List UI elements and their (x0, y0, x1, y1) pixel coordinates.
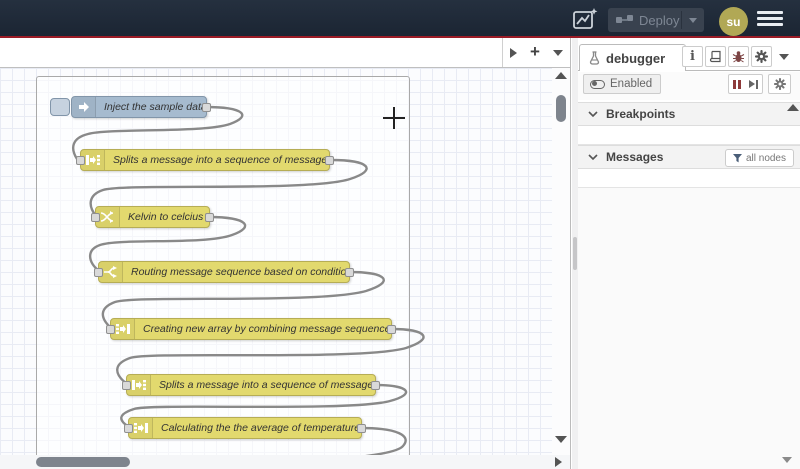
messages-list (578, 170, 800, 188)
flow-node-join[interactable]: Creating new array by combining message … (106, 318, 396, 340)
canvas-vertical-scrollbar[interactable] (552, 68, 570, 455)
flow-node-switch[interactable]: Routing message sequence based on condit… (94, 261, 354, 283)
breakpoints-list (578, 127, 800, 145)
pause-icon (733, 79, 741, 89)
tab-debugger[interactable]: debugger (579, 44, 686, 71)
messages-label: Messages (606, 150, 664, 164)
workspace-column: + Inject the sample data Splits a messag… (0, 38, 571, 469)
tab-debugger-label: debugger (606, 50, 666, 66)
node-label: Inject the sample data (104, 101, 207, 113)
node-label: Creating new array by combining message … (143, 323, 391, 335)
inject-trigger-button[interactable] (50, 98, 70, 116)
flow-node-change[interactable]: Kelvin to celcius (91, 206, 214, 228)
pause-button[interactable] (728, 74, 746, 94)
canvas-horizontal-scrollbar[interactable] (0, 455, 570, 469)
vertical-scroll-thumb[interactable] (556, 95, 566, 122)
export-image-icon[interactable] (572, 6, 598, 32)
gear-icon (773, 78, 786, 90)
node-label: Calculating the the average of temperatu… (161, 422, 361, 434)
chevron-down-icon (588, 154, 598, 161)
input-port[interactable] (124, 424, 133, 433)
breakpoints-label: Breakpoints (606, 107, 676, 121)
output-port[interactable] (387, 325, 396, 334)
sidebar-scroll-down-icon[interactable] (782, 457, 792, 463)
input-port[interactable] (106, 325, 115, 334)
sidebar: debugger i Enabled Breakpoints Messages … (578, 38, 800, 469)
flow-node-inject[interactable]: Inject the sample data (50, 96, 211, 118)
node-label: Splits a message into a sequence of mess… (113, 154, 336, 166)
debugger-enabled-toggle[interactable]: Enabled (583, 74, 662, 94)
message-filter-button[interactable]: all nodes (724, 149, 794, 167)
scroll-right-icon[interactable] (555, 457, 562, 467)
enabled-label: Enabled (610, 78, 653, 90)
book-icon (709, 50, 721, 63)
filter-label: all nodes (745, 152, 786, 164)
sidebar-tab-bar: debugger i (578, 44, 800, 71)
output-port[interactable] (371, 381, 380, 390)
flow-node-split[interactable]: Splits a message into a sequence of mess… (122, 374, 381, 396)
flow-node-split[interactable]: Splits a message into a sequence of mess… (76, 149, 335, 171)
scroll-tabs-right-icon[interactable] (509, 47, 517, 58)
flow-tab-bar: + (0, 38, 570, 68)
bug-icon (732, 51, 745, 63)
step-button[interactable] (745, 74, 763, 94)
flow-node-join[interactable]: Calculating the the average of temperatu… (124, 417, 366, 439)
filter-funnel-icon (732, 153, 742, 162)
debug-messages-tab-button[interactable] (728, 46, 749, 67)
node-label: Kelvin to celcius (128, 211, 204, 223)
messages-section-header[interactable]: Messages all nodes (578, 145, 800, 169)
config-nodes-tab-button[interactable] (751, 46, 772, 67)
info-tab-button[interactable]: i (682, 46, 703, 67)
deploy-divider (681, 11, 682, 29)
toggle-icon (590, 79, 605, 89)
gear-icon (755, 50, 768, 63)
header-bar: Deploy su (0, 0, 800, 36)
flow-tab-controls: + (502, 38, 570, 67)
deploy-button[interactable]: Deploy (608, 8, 704, 32)
node-label: Routing message sequence based on condit… (131, 266, 353, 278)
output-port[interactable] (345, 268, 354, 277)
help-tab-button[interactable] (705, 46, 726, 67)
flask-icon (589, 51, 600, 65)
deploy-label: Deploy (639, 12, 680, 28)
debugger-toolbar: Enabled (578, 72, 800, 100)
deploy-icon (616, 15, 633, 23)
sidebar-scroll-up-icon[interactable] (787, 104, 799, 111)
input-port[interactable] (91, 213, 100, 222)
step-forward-icon (749, 79, 758, 89)
input-port[interactable] (76, 156, 85, 165)
add-flow-button[interactable]: + (530, 43, 540, 60)
output-port[interactable] (357, 424, 366, 433)
sidebar-empty-area (578, 188, 800, 469)
deploy-caret-icon[interactable] (689, 18, 697, 23)
scroll-down-icon[interactable] (555, 436, 567, 443)
sidebar-tabs-dropdown-icon[interactable] (779, 54, 789, 60)
debugger-settings-button[interactable] (768, 74, 791, 94)
flow-canvas[interactable]: Inject the sample data Splits a message … (0, 68, 570, 455)
info-icon: i (690, 49, 695, 64)
menu-icon[interactable] (757, 11, 783, 26)
crosshair-cursor (393, 107, 395, 129)
input-port[interactable] (94, 268, 103, 277)
resize-grip[interactable] (573, 237, 577, 270)
node-label: Splits a message into a sequence of mess… (159, 379, 382, 391)
output-port[interactable] (202, 103, 211, 112)
horizontal-scroll-thumb[interactable] (36, 457, 130, 467)
output-port[interactable] (205, 213, 214, 222)
user-avatar[interactable]: su (719, 7, 748, 36)
breakpoints-section-header[interactable]: Breakpoints (578, 102, 800, 126)
scroll-up-icon[interactable] (555, 72, 567, 79)
inject-icon (72, 97, 96, 117)
input-port[interactable] (122, 381, 131, 390)
chevron-down-icon (588, 111, 598, 118)
output-port[interactable] (325, 156, 334, 165)
flow-list-icon[interactable] (553, 49, 564, 56)
